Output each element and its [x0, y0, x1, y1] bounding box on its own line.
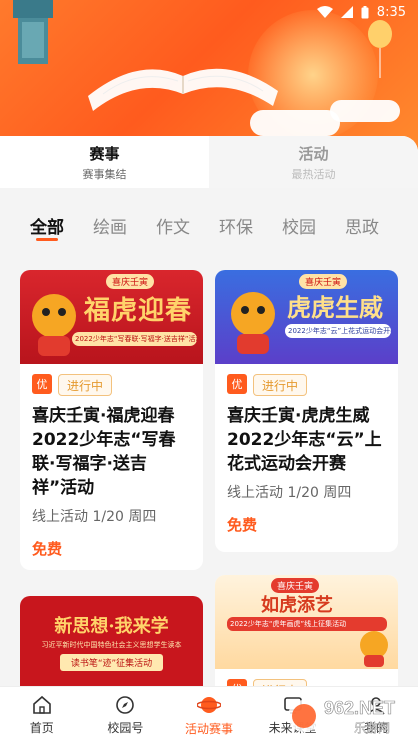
nav-campus-label: 校园号 — [107, 721, 144, 735]
event-title: 喜庆壬寅·虎虎生威2022少年志“云”上花式运动会开赛 — [227, 406, 382, 474]
tiger-mascot-icon — [231, 292, 275, 354]
category-filter: 全部 绘画 作文 环保 校园 思政 — [0, 205, 418, 249]
nav-home-label: 首页 — [29, 721, 54, 735]
banner-cloud — [250, 110, 340, 136]
signal-icon — [340, 6, 353, 18]
svg-text:962.NET: 962.NET — [324, 698, 395, 718]
category-politics[interactable]: 思政 — [345, 205, 379, 249]
featured-badge: 优 — [227, 374, 247, 394]
event-thumbnail: 喜庆壬寅 福虎迎春 2022少年志“写春联·写福字·送吉祥”活动 — [20, 270, 203, 364]
featured-badge: 优 — [32, 374, 52, 394]
tab-events-sub: 赛事集结 — [82, 167, 127, 181]
event-card[interactable]: 喜庆壬寅 虎虎生威 2022少年志“云”上花式运动会开赛 优 进行中 喜庆壬寅·… — [215, 270, 398, 552]
thumbnail-top-text: 喜庆壬寅 — [106, 274, 155, 289]
thumbnail-main-text: 如虎添艺 — [261, 595, 333, 616]
watermark-logo: 962.NET 乐游网 — [284, 692, 412, 738]
open-book-illustration — [88, 68, 278, 111]
category-environment[interactable]: 环保 — [219, 205, 253, 249]
planet-icon — [196, 697, 221, 713]
event-title: 喜庆壬寅·福虎迎春2022少年志“写春联·写福字·送吉祥”活动 — [32, 406, 176, 498]
thumbnail-sub-text: 2022少年志“云”上花式运动会开赛 — [285, 324, 391, 338]
category-painting[interactable]: 绘画 — [93, 205, 127, 249]
thumbnail-sub-text: 习近平新时代中国特色社会主义思想学生读本 — [41, 641, 182, 649]
svg-text:乐游网: 乐游网 — [354, 721, 390, 735]
tiger-mascot-icon — [360, 631, 388, 667]
tab-activities-sub: 最热活动 — [291, 167, 336, 181]
event-thumbnail: 喜庆壬寅 如虎添艺 2022少年志“虎年画虎”线上征集活动 — [215, 575, 398, 669]
status-bar: 8:35 — [0, 0, 418, 24]
status-badge: 进行中 — [253, 374, 308, 396]
event-meta: 线上活动 1/20 周四 — [32, 509, 157, 525]
category-essay[interactable]: 作文 — [156, 205, 190, 249]
tab-events[interactable]: 赛事 赛事集结 — [0, 136, 209, 188]
thumbnail-main-text: 福虎迎春 — [84, 296, 193, 326]
tab-events-label: 赛事 — [85, 144, 124, 163]
wifi-icon — [316, 6, 333, 18]
nav-home[interactable]: 首页 — [0, 687, 84, 744]
home-icon — [32, 695, 51, 714]
thumbnail-main-text: 虎虎生威 — [287, 293, 383, 322]
thumbnail-top-text: 喜庆壬寅 — [299, 274, 348, 289]
event-thumbnail: 喜庆壬寅 虎虎生威 2022少年志“云”上花式运动会开赛 — [215, 270, 398, 364]
compass-icon — [116, 696, 135, 714]
card-badges: 优 进行中 — [20, 364, 203, 396]
event-price: 免费 — [227, 516, 258, 534]
thumbnail-sub2-text: 读书笔“迹”征集活动 — [60, 654, 163, 671]
event-meta: 线上活动 1/20 周四 — [227, 485, 352, 501]
category-campus[interactable]: 校园 — [282, 205, 316, 249]
balloon-icon — [368, 20, 392, 78]
banner-cloud — [330, 100, 400, 122]
thumbnail-main-text: 新思想·我来学 — [54, 616, 169, 637]
tab-activities-label: 活动 — [298, 144, 329, 163]
status-time: 8:35 — [376, 4, 406, 20]
battery-icon — [361, 5, 369, 18]
watermark-icon: 962.NET 乐游网 — [288, 698, 395, 735]
category-all[interactable]: 全部 — [30, 205, 64, 249]
card-badges: 优 进行中 — [215, 364, 398, 396]
section-tabs: 赛事 赛事集结 活动 最热活动 — [0, 136, 418, 188]
event-price: 免费 — [32, 540, 63, 558]
event-thumbnail: 新思想·我来学 习近平新时代中国特色社会主义思想学生读本 读书笔“迹”征集活动 — [20, 596, 203, 690]
status-badge: 进行中 — [58, 374, 113, 396]
nav-events[interactable]: 活动赛事 — [167, 687, 251, 744]
nav-events-label: 活动赛事 — [184, 722, 233, 736]
tiger-mascot-icon — [32, 294, 76, 356]
event-card[interactable]: 喜庆壬寅 福虎迎春 2022少年志“写春联·写福字·送吉祥”活动 优 进行中 喜… — [20, 270, 203, 570]
tab-activities[interactable]: 活动 最热活动 — [209, 136, 418, 188]
thumbnail-sub-text: 2022少年志“写春联·写福字·送吉祥”活动 — [72, 332, 197, 346]
nav-campus[interactable]: 校园号 — [84, 687, 168, 744]
